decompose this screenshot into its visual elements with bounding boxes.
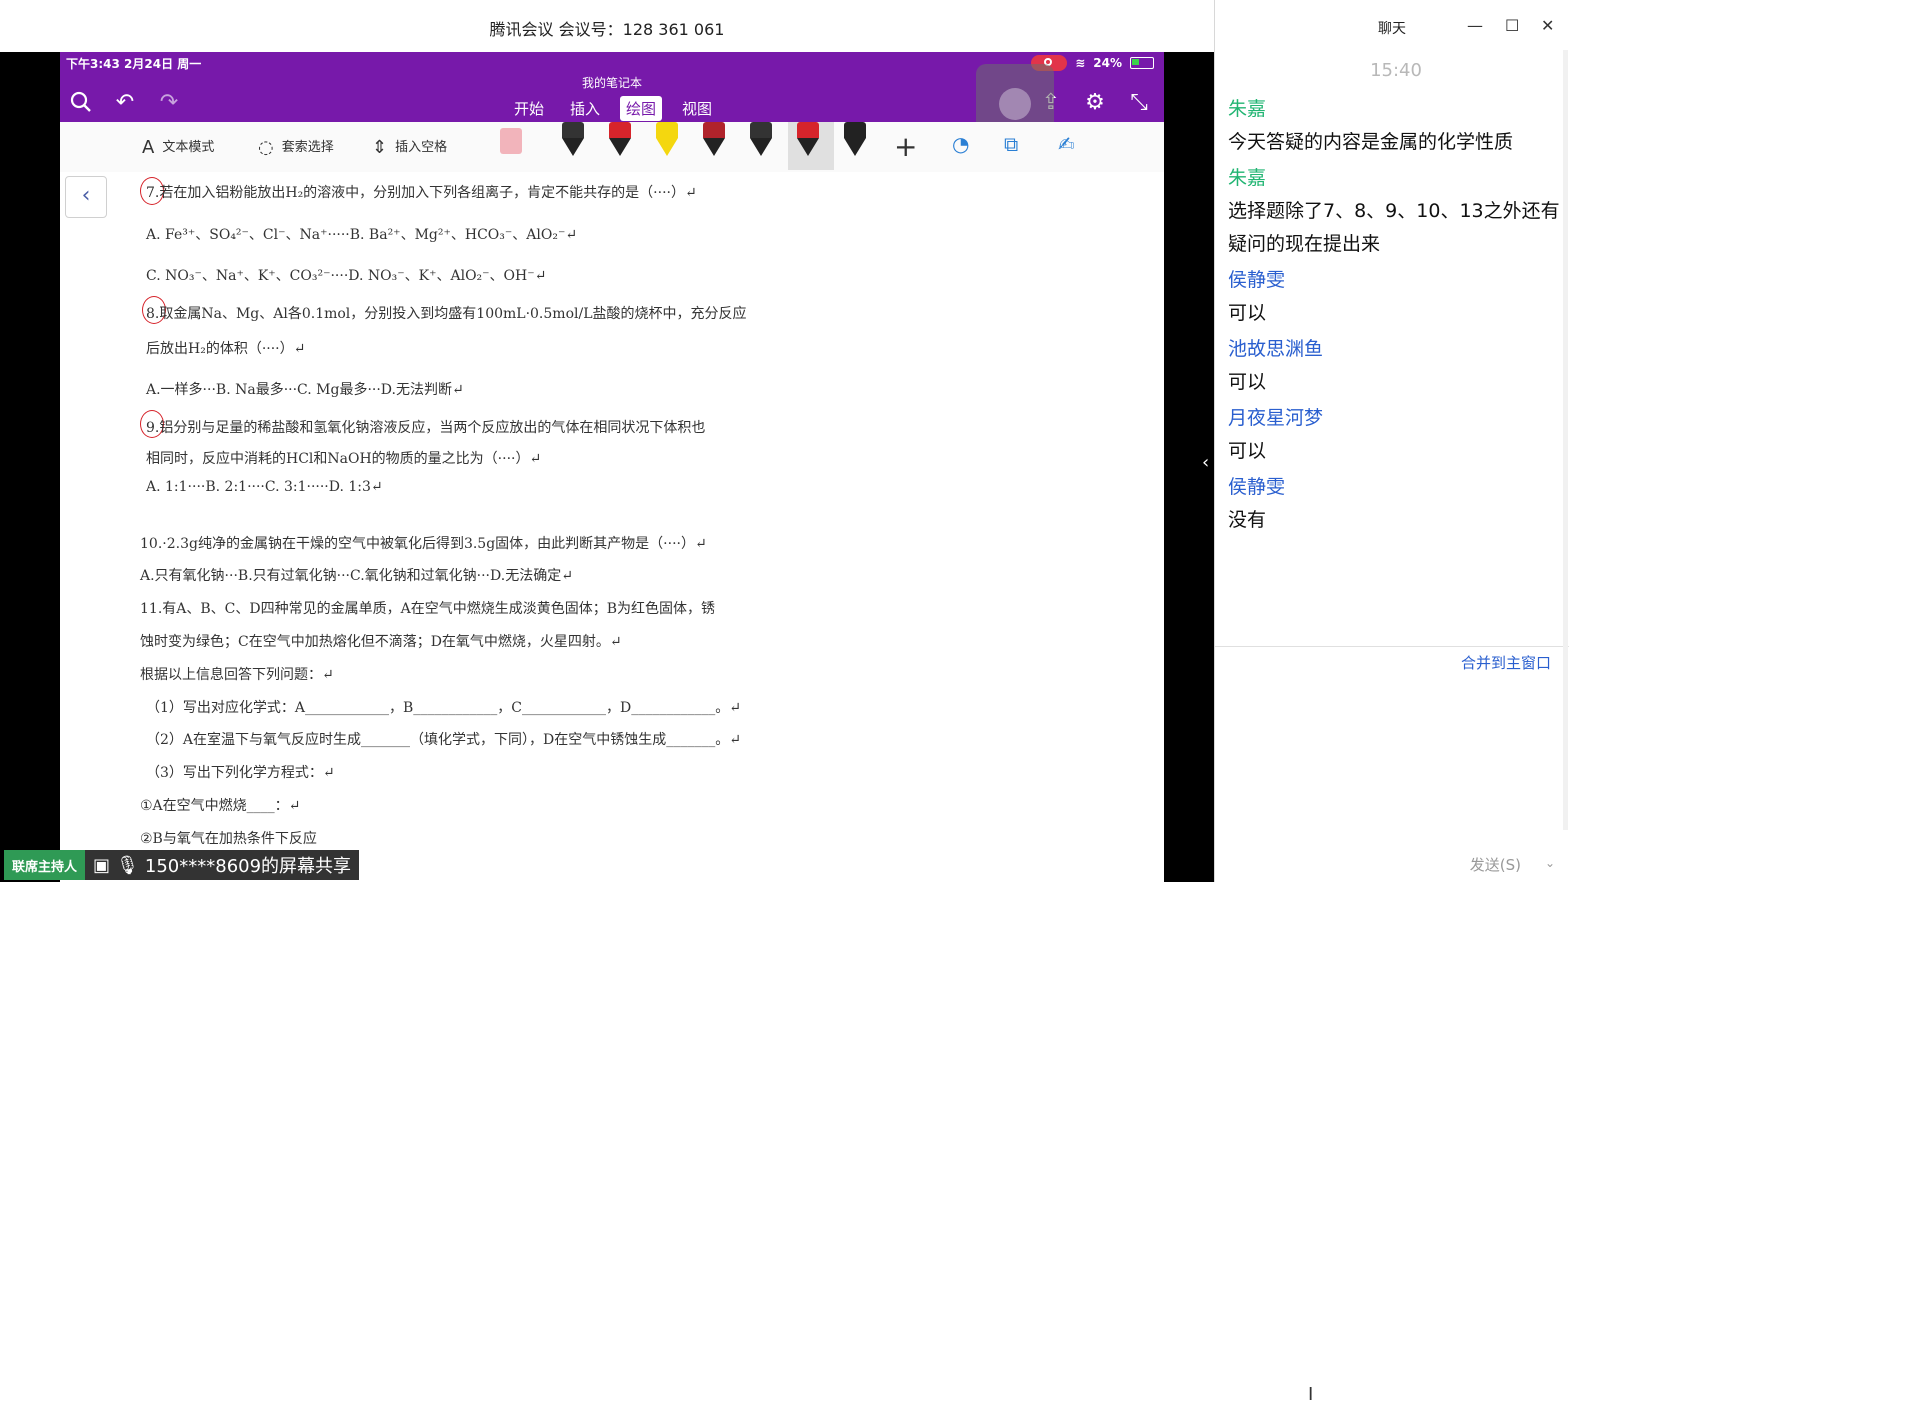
message-sender: 池故思渊鱼 bbox=[1228, 338, 1324, 360]
message-text: 可以 bbox=[1228, 302, 1267, 324]
chat-header: 聊天 — ☐ ✕ bbox=[1215, 0, 1569, 52]
screen-share-icon: ▣ bbox=[93, 854, 111, 876]
question-line: C. NO₃⁻、Na⁺、K⁺、CO₃²⁻····D. NO₃⁻、K⁺、AlO₂⁻… bbox=[146, 268, 547, 284]
question-line: A.只有氧化钠···B.只有过氧化钠···C.氧化钠和过氧化钠···D.无法确定… bbox=[140, 568, 573, 584]
send-button[interactable]: 发送(S) bbox=[1470, 854, 1521, 875]
pen-tool-icon[interactable] bbox=[609, 122, 631, 158]
message-sender: 朱嘉 bbox=[1228, 167, 1267, 189]
question-line: A. 1:1····B. 2:1····C. 3:1·····D. 1:3↵ bbox=[146, 479, 383, 495]
text-mode-icon: A bbox=[142, 137, 155, 158]
message-sender: 侯静雯 bbox=[1228, 476, 1286, 498]
question-line: 11.有A、B、C、D四种常见的金属单质，A在空气中燃烧生成淡黄色固体；B为红色… bbox=[140, 601, 715, 617]
settings-gear-icon[interactable]: ⚙ bbox=[1082, 90, 1108, 116]
question-line: （1）写出对应化学式：A____________，B____________，C… bbox=[146, 700, 741, 716]
bell-icon bbox=[999, 88, 1031, 120]
question-line: 10.·2.3g纯净的金属钠在干燥的空气中被氧化后得到3.5g固体，由此判断其产… bbox=[140, 536, 707, 552]
redo-icon[interactable]: ↷ bbox=[156, 90, 182, 116]
text-mode-tool[interactable]: A 文本模式 bbox=[142, 136, 214, 158]
merge-to-main-window-link[interactable]: 合并到主窗口 bbox=[1461, 652, 1551, 673]
chat-scrollbar[interactable] bbox=[1563, 50, 1568, 830]
chat-panel: 聊天 — ☐ ✕ 15:40 朱嘉 今天答疑的内容是金属的化学性质 朱嘉 选择题… bbox=[1214, 0, 1569, 1405]
message-text: 没有 bbox=[1228, 509, 1267, 531]
insert-space-tool[interactable]: ⇕ 插入空格 bbox=[372, 136, 447, 158]
chat-message-list: 朱嘉 今天答疑的内容是金属的化学性质 朱嘉 选择题除了7、8、9、10、13之外… bbox=[1228, 90, 1568, 537]
lasso-label: 套索选择 bbox=[281, 140, 334, 155]
chat-input-divider bbox=[1215, 646, 1569, 647]
status-time: 下午3:43 2月24日 周一 bbox=[66, 57, 202, 71]
note-page: ‹ 7.若在加入铝粉能放出H₂的溶液中，分别加入下列各组离子，肯定不能共存的是（… bbox=[60, 172, 1164, 882]
question-line: 9.铝分别与足量的稀盐酸和氢氧化钠溶液反应，当两个反应放出的气体在相同状况下体积… bbox=[146, 420, 706, 436]
text-mode-label: 文本模式 bbox=[162, 140, 215, 155]
lasso-icon: ◌ bbox=[258, 137, 274, 158]
close-icon[interactable]: ✕ bbox=[1541, 16, 1554, 35]
add-pen-icon[interactable]: + bbox=[894, 130, 917, 163]
screen-share-label: 150****8609的屏幕共享 bbox=[144, 856, 352, 877]
question-line: 7.若在加入铝粉能放出H₂的溶液中，分别加入下列各组离子，肯定不能共存的是（··… bbox=[146, 185, 697, 201]
question-line: ②B与氧气在加热条件下反应 bbox=[140, 831, 317, 847]
question-line: 后放出H₂的体积（····）↵ bbox=[146, 341, 306, 357]
screen-share-stage: 下午3:43 2月24日 周一 ≋ 24% 我的笔记本 ↶ ↷ 开始 插入 绘图… bbox=[0, 52, 1214, 882]
battery-icon bbox=[1130, 57, 1154, 69]
insert-space-label: 插入空格 bbox=[395, 140, 448, 155]
maximize-icon[interactable]: ☐ bbox=[1505, 16, 1519, 35]
shapes-icon[interactable]: ◔ bbox=[952, 132, 969, 156]
tab-draw[interactable]: 绘图 bbox=[620, 96, 663, 121]
question-line: 8.取金属Na、Mg、Al各0.1mol，分别投入到均盛有100mL·0.5mo… bbox=[146, 306, 747, 322]
meeting-title: 腾讯会议 会议号：128 361 061 bbox=[489, 20, 725, 39]
question-line: 根据以上信息回答下列问题：↵ bbox=[140, 667, 334, 683]
draw-toolbar: A 文本模式 ◌ 套索选择 ⇕ 插入空格 + ◔ ⧉ ✍ bbox=[60, 122, 1164, 173]
ribbon-tabs: 开始 插入 绘图 视图 bbox=[508, 96, 718, 121]
tab-insert[interactable]: 插入 bbox=[564, 96, 606, 121]
question-line: 相同时，反应中消耗的HCl和NaOH的物质的量之比为（····）↵ bbox=[146, 451, 542, 467]
message-text: 可以 bbox=[1228, 440, 1267, 462]
text-cursor-icon: I bbox=[1308, 1384, 1314, 1405]
question-line: 蚀时变为绿色；C在空气中加热熔化但不滴落；D在氧气中燃烧，火星四射。↵ bbox=[140, 634, 622, 650]
minimize-icon[interactable]: — bbox=[1467, 16, 1483, 35]
collapse-chat-chevron-icon[interactable]: ‹ bbox=[1202, 452, 1209, 473]
back-chevron-icon[interactable]: ‹ bbox=[65, 176, 107, 218]
question-line: A.一样多···B. Na最多···C. Mg最多···D.无法判断↵ bbox=[146, 382, 464, 398]
question-line: （3）写出下列化学方程式：↵ bbox=[146, 765, 335, 781]
pen-tool-icon[interactable] bbox=[656, 122, 678, 158]
insert-space-icon: ⇕ bbox=[372, 137, 388, 158]
eraser-icon[interactable] bbox=[500, 128, 522, 154]
message-text: 可以 bbox=[1228, 371, 1267, 393]
question-line: （2）A在室温下与氧气反应时生成_______（填化学式，下同），D在空气中锈蚀… bbox=[146, 732, 741, 748]
message-sender: 朱嘉 bbox=[1228, 98, 1267, 120]
message-sender: 月夜星河梦 bbox=[1228, 407, 1324, 429]
ruler-icon[interactable]: ⧉ bbox=[1004, 132, 1018, 156]
battery-percent: 24% bbox=[1093, 56, 1122, 70]
meeting-title-bar: 腾讯会议 会议号：128 361 061 bbox=[0, 0, 1214, 53]
chat-timestamp: 15:40 bbox=[1370, 60, 1422, 81]
pen-tool-icon[interactable] bbox=[844, 122, 866, 158]
message-sender: 侯静雯 bbox=[1228, 269, 1286, 291]
chat-input[interactable]: I bbox=[1215, 680, 1569, 1405]
pen-tool-icon[interactable] bbox=[750, 122, 772, 158]
message-text: 选择题除了7、8、9、10、13之外还有疑问的现在提出来 bbox=[1228, 200, 1560, 255]
collapse-icon[interactable]: ⤡ bbox=[1126, 90, 1152, 116]
lasso-select-tool[interactable]: ◌ 套索选择 bbox=[258, 136, 334, 158]
send-options-chevron-icon[interactable]: ⌄ bbox=[1545, 856, 1555, 870]
pen-tool-icon[interactable] bbox=[703, 122, 725, 158]
question-line: ①A在空气中燃烧____：↵ bbox=[140, 798, 301, 814]
tab-view[interactable]: 视图 bbox=[676, 96, 718, 121]
co-host-badge: 联席主持人 bbox=[4, 850, 86, 880]
question-line: A. Fe³⁺、SO₄²⁻、Cl⁻、Na⁺·····B. Ba²⁺、Mg²⁺、H… bbox=[146, 227, 578, 243]
message-text: 今天答疑的内容是金属的化学性质 bbox=[1228, 131, 1514, 153]
screen-share-status: ▣ 🎙 150****8609的屏幕共享 bbox=[85, 850, 360, 880]
wifi-icon: ≋ bbox=[1075, 56, 1086, 70]
pen-tool-icon[interactable] bbox=[797, 122, 819, 158]
tab-home[interactable]: 开始 bbox=[508, 96, 550, 121]
undo-icon[interactable]: ↶ bbox=[112, 90, 138, 116]
shared-ipad-screen: 下午3:43 2月24日 周一 ≋ 24% 我的笔记本 ↶ ↷ 开始 插入 绘图… bbox=[60, 52, 1164, 882]
search-icon[interactable] bbox=[68, 90, 94, 116]
screen-share-banner: 联席主持人 ▣ 🎙 150****8609的屏幕共享 bbox=[4, 850, 360, 880]
touch-draw-icon[interactable]: ✍ bbox=[1058, 132, 1075, 156]
microphone-icon: 🎙 bbox=[116, 854, 139, 876]
pen-tool-icon[interactable] bbox=[562, 122, 584, 158]
